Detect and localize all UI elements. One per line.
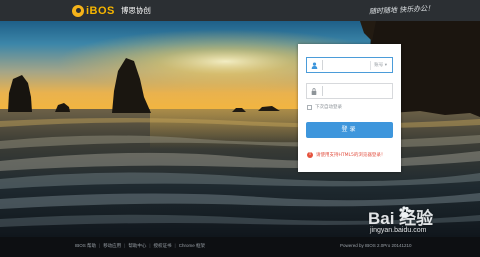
remember-me[interactable]: 下次自动登录 [307, 104, 342, 110]
user-icon [307, 58, 321, 72]
top-bar: iBOS 博思协创 随时随地 快乐办公！ [0, 0, 480, 21]
warning-icon: ! [307, 152, 313, 158]
footer-separator: | [149, 243, 151, 248]
footer-separator: | [99, 243, 101, 248]
login-panel: 账号 ▾ 下次自动登录 登录 ! 请使用支持HTML5的浏览器登录！ [298, 44, 401, 172]
watermark-url: jingyan.baidu.com [370, 227, 427, 234]
notice-text: 请使用支持HTML5的浏览器登录！ [316, 153, 386, 158]
logo-text: iBOS [86, 4, 115, 17]
field-divider [322, 60, 323, 70]
footer-link-help[interactable]: IBOS 帮助 [75, 243, 96, 249]
footer: IBOS 帮助 | 移动应用 | 帮助中心 | 授权证书 | Chrome 框架 Powered… [0, 237, 480, 257]
remember-label: 下次自动登录 [315, 105, 342, 110]
footer-link-license[interactable]: 授权证书 [154, 243, 172, 249]
account-type-select[interactable]: 账号 ▾ [370, 61, 390, 70]
powered-by: Powered by IBOS 2.0Pro 20141210 [340, 243, 412, 248]
username-input[interactable] [325, 59, 365, 71]
password-input[interactable] [325, 85, 365, 97]
login-button[interactable]: 登录 [306, 122, 393, 138]
footer-link-help-center[interactable]: 帮助中心 [128, 243, 146, 249]
username-field[interactable]: 账号 ▾ [306, 57, 393, 73]
password-field[interactable] [306, 83, 393, 99]
logo-mark-icon [72, 4, 84, 17]
slogan: 随时随地 快乐办公！ [368, 4, 435, 16]
footer-links: IBOS 帮助 | 移动应用 | 帮助中心 | 授权证书 | Chrome 框架 [75, 243, 205, 249]
remember-checkbox[interactable] [307, 104, 312, 110]
footer-link-mobile[interactable]: 移动应用 [103, 243, 121, 249]
field-divider [322, 86, 323, 96]
lock-icon [307, 84, 321, 98]
brand-logo[interactable]: iBOS 博思协创 [72, 3, 151, 18]
paw-icon [398, 205, 412, 224]
footer-link-chrome-frame[interactable]: Chrome 框架 [179, 243, 205, 249]
footer-separator: | [174, 243, 176, 248]
footer-separator: | [124, 243, 126, 248]
browser-notice: ! 请使用支持HTML5的浏览器登录！ [307, 152, 385, 158]
brand-name: 博思协创 [120, 6, 151, 15]
